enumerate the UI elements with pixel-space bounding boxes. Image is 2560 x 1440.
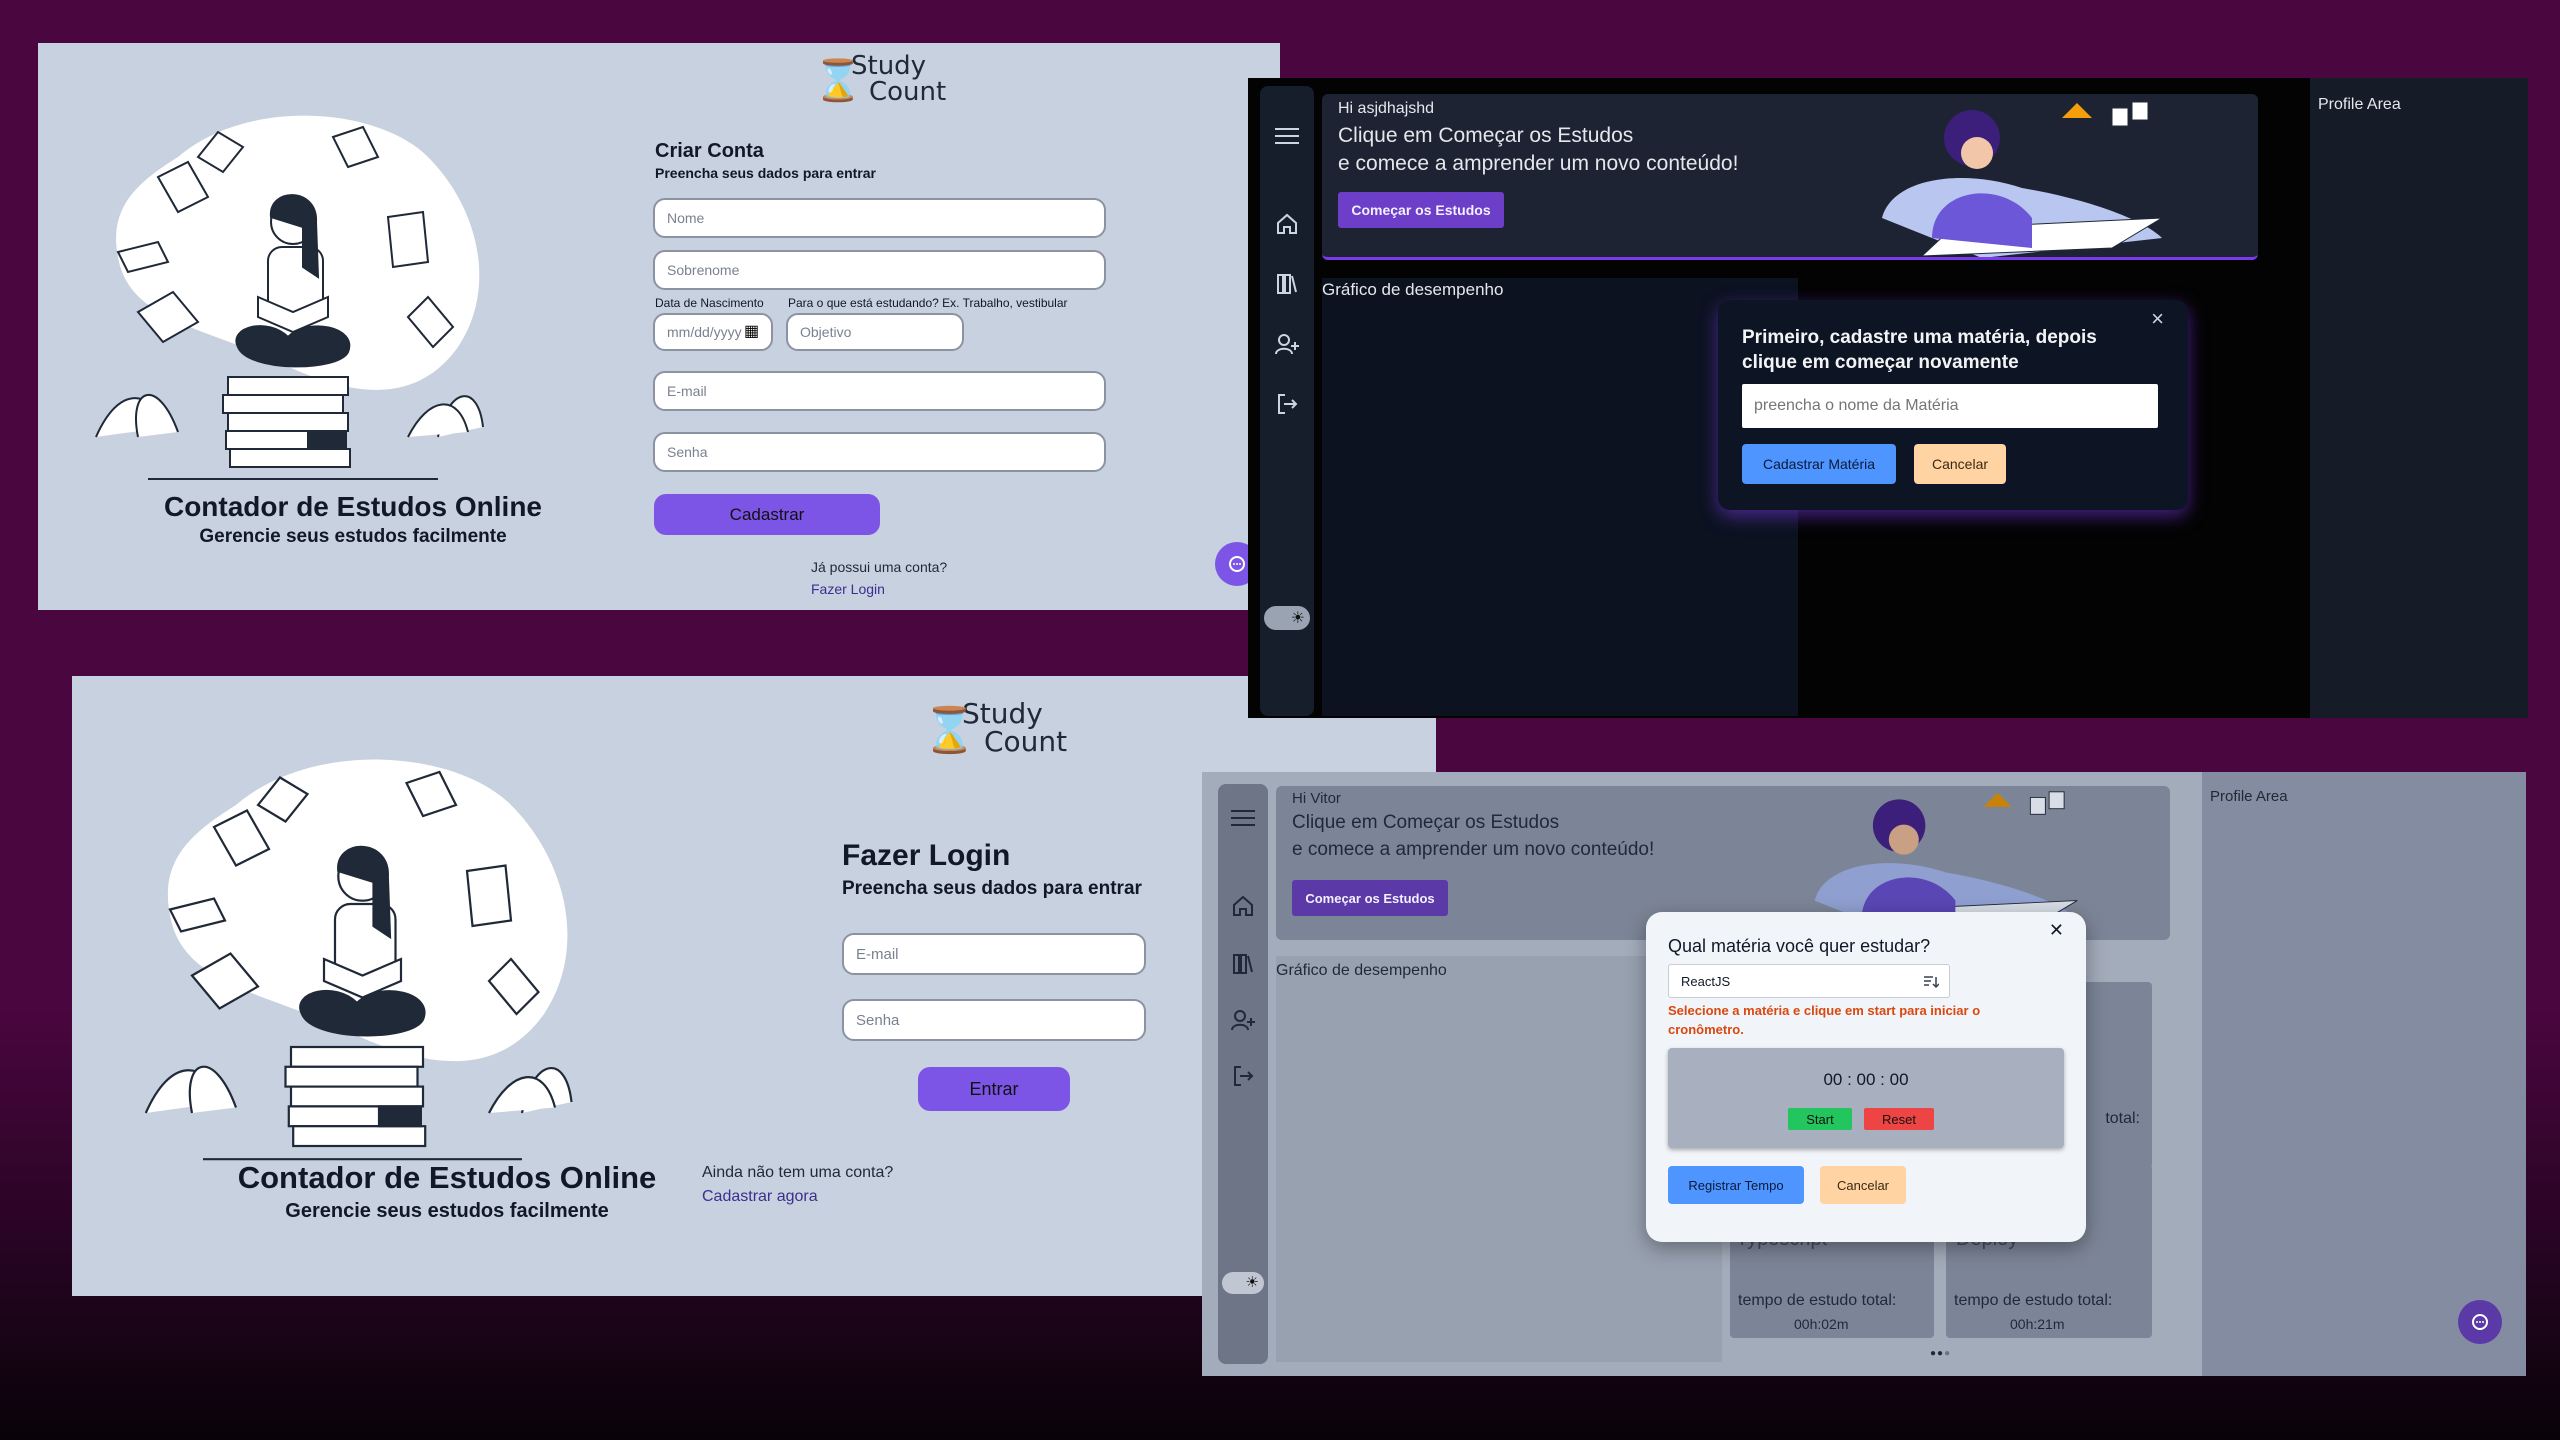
register-subject-button[interactable]: Cadastrar Matéria	[1742, 444, 1896, 484]
form-title: Criar Conta	[655, 140, 764, 162]
register-button[interactable]: Cadastrar	[654, 494, 880, 535]
form-subtitle: Preencha seus dados para entrar	[655, 165, 876, 181]
timer-reset-button[interactable]: Reset	[1864, 1108, 1934, 1130]
hero-line-1: Clique em Começar os Estudos	[1292, 812, 1560, 833]
email-input[interactable]	[842, 933, 1146, 975]
subject-select-value: ReactJS	[1681, 974, 1731, 989]
sun-icon: ☀	[1290, 610, 1305, 627]
study-count-logo: ⌛ Study Count	[813, 51, 947, 107]
form-subtitle: Preencha seus dados para entrar	[842, 878, 1142, 899]
cancel-button[interactable]: Cancelar	[1914, 444, 2006, 484]
logout-icon[interactable]	[1275, 392, 1299, 416]
hourglass-icon: ⌛	[813, 58, 863, 104]
no-account-text: Ainda não tem uma conta?	[702, 1164, 894, 1181]
email-input[interactable]	[653, 371, 1106, 411]
greeting: Hi asjdhajshd	[1338, 100, 1435, 117]
goal-label: Para o que está estudando? Ex. Trabalho,…	[788, 296, 1068, 310]
brand-subtitle: Gerencie seus estudos facilmente	[199, 526, 507, 547]
card-time-label: tempo de estudo total:	[1738, 1292, 1897, 1309]
form-title: Fazer Login	[842, 839, 1011, 872]
chart-title: Gráfico de desempenho	[1276, 962, 1447, 979]
library-icon[interactable]	[1231, 952, 1255, 976]
register-time-button[interactable]: Registrar Tempo	[1668, 1166, 1804, 1204]
chart-title: Gráfico de desempenho	[1322, 280, 1504, 299]
brand-title: Contador de Estudos Online	[163, 491, 542, 522]
login-button[interactable]: Entrar	[918, 1067, 1070, 1111]
profile-area-label: Profile Area	[2210, 788, 2288, 805]
timer-display: 00 : 00 : 00	[1823, 1070, 1909, 1089]
carousel-dots[interactable]: ●●●	[1930, 1348, 1951, 1359]
signup-link[interactable]: Cadastrar agora	[702, 1188, 818, 1206]
subject-name-input[interactable]	[1742, 384, 2158, 428]
theme-toggle[interactable]: ☀	[1264, 606, 1310, 630]
welcome-banner: Hi asjdhajshd Clique em Começar os Estud…	[1322, 94, 2258, 260]
sidebar: ☀	[1260, 86, 1314, 716]
close-icon[interactable]: ✕	[2049, 920, 2064, 941]
hero-line-1: Clique em Começar os Estudos	[1338, 124, 1634, 147]
chat-icon	[2472, 1314, 2488, 1330]
have-account-text: Já possui uma conta?	[811, 559, 948, 575]
card-time-value: 00h:02m	[1794, 1316, 1849, 1332]
modal-title: Primeiro, cadastre uma matéria, depois c…	[1742, 327, 2097, 373]
hero-line-2: e comece a amprender um novo conteúdo!	[1338, 152, 1739, 175]
home-icon[interactable]	[1231, 894, 1255, 918]
start-studies-button[interactable]: Começar os Estudos	[1292, 880, 1448, 916]
timer-start-button[interactable]: Start	[1788, 1108, 1852, 1130]
sidebar: ☀	[1218, 784, 1268, 1364]
card-time-value: 00h:21m	[2010, 1316, 2065, 1332]
hero-line-2: e comece a amprender um novo conteúdo!	[1292, 839, 1655, 860]
brand-title: Contador de Estudos Online	[237, 1160, 657, 1195]
password-input[interactable]	[653, 432, 1106, 472]
hamburger-menu-icon[interactable]	[1231, 808, 1255, 828]
greeting: Hi Vitor	[1292, 790, 1341, 807]
close-icon[interactable]: ×	[2151, 306, 2164, 332]
birth-date-label: Data de Nascimento	[655, 296, 764, 310]
hint-text: Selecione a matéria e clique em start pa…	[1668, 1003, 1981, 1037]
brand-subtitle: Gerencie seus estudos facilmente	[285, 1200, 609, 1222]
card-time-label: total:	[2105, 1110, 2140, 1127]
reading-girl-illustration	[95, 115, 484, 480]
add-user-icon[interactable]	[1274, 332, 1300, 356]
logout-icon[interactable]	[1231, 1064, 1255, 1088]
chat-button[interactable]	[2458, 1300, 2502, 1344]
hourglass-icon: ⌛	[922, 705, 977, 756]
home-icon[interactable]	[1275, 212, 1299, 236]
cancel-button[interactable]: Cancelar	[1820, 1166, 1906, 1204]
subject-select[interactable]: ReactJS	[1668, 964, 1950, 998]
calendar-icon[interactable]: ▦	[744, 321, 759, 341]
timer-panel: 00 : 00 : 00 Start Reset	[1668, 1048, 2064, 1148]
hamburger-menu-icon[interactable]	[1275, 126, 1299, 146]
goal-input[interactable]	[786, 313, 964, 351]
profile-area: Profile Area	[2310, 78, 2528, 718]
first-name-input[interactable]	[653, 198, 1106, 238]
register-page: Contador de Estudos Online Gerencie seus…	[38, 43, 1280, 610]
chat-icon	[1229, 556, 1245, 572]
profile-area-label: Profile Area	[2318, 96, 2401, 113]
sun-icon: ☀	[1245, 1274, 1259, 1291]
choose-subject-modal: Qual matéria você quer estudar? ✕ ReactJ…	[1646, 912, 2086, 1242]
sort-select-icon	[1924, 976, 1939, 989]
library-icon[interactable]	[1275, 272, 1299, 296]
light-dashboard: ☀ Hi Vitor Clique em Começar os Estudos …	[1202, 772, 2526, 1376]
profile-area: Profile Area	[2202, 772, 2526, 1376]
login-link[interactable]: Fazer Login	[811, 581, 885, 597]
register-subject-modal: Primeiro, cadastre uma matéria, depois c…	[1718, 300, 2188, 510]
card-time-label: tempo de estudo total:	[1954, 1292, 2113, 1309]
modal-title: Qual matéria você quer estudar?	[1668, 936, 1931, 956]
studying-person-illustration	[1882, 101, 2163, 257]
theme-toggle[interactable]: ☀	[1222, 1272, 1264, 1294]
start-studies-button[interactable]: Começar os Estudos	[1338, 192, 1504, 228]
last-name-input[interactable]	[653, 250, 1106, 290]
password-input[interactable]	[842, 999, 1146, 1041]
add-user-icon[interactable]	[1230, 1008, 1256, 1032]
study-count-logo: ⌛ Study Count	[922, 697, 1068, 758]
reading-girl-illustration	[144, 759, 573, 1161]
dark-dashboard: ☀ Hi asjdhajshd Clique em Começar os Est…	[1248, 78, 2528, 718]
